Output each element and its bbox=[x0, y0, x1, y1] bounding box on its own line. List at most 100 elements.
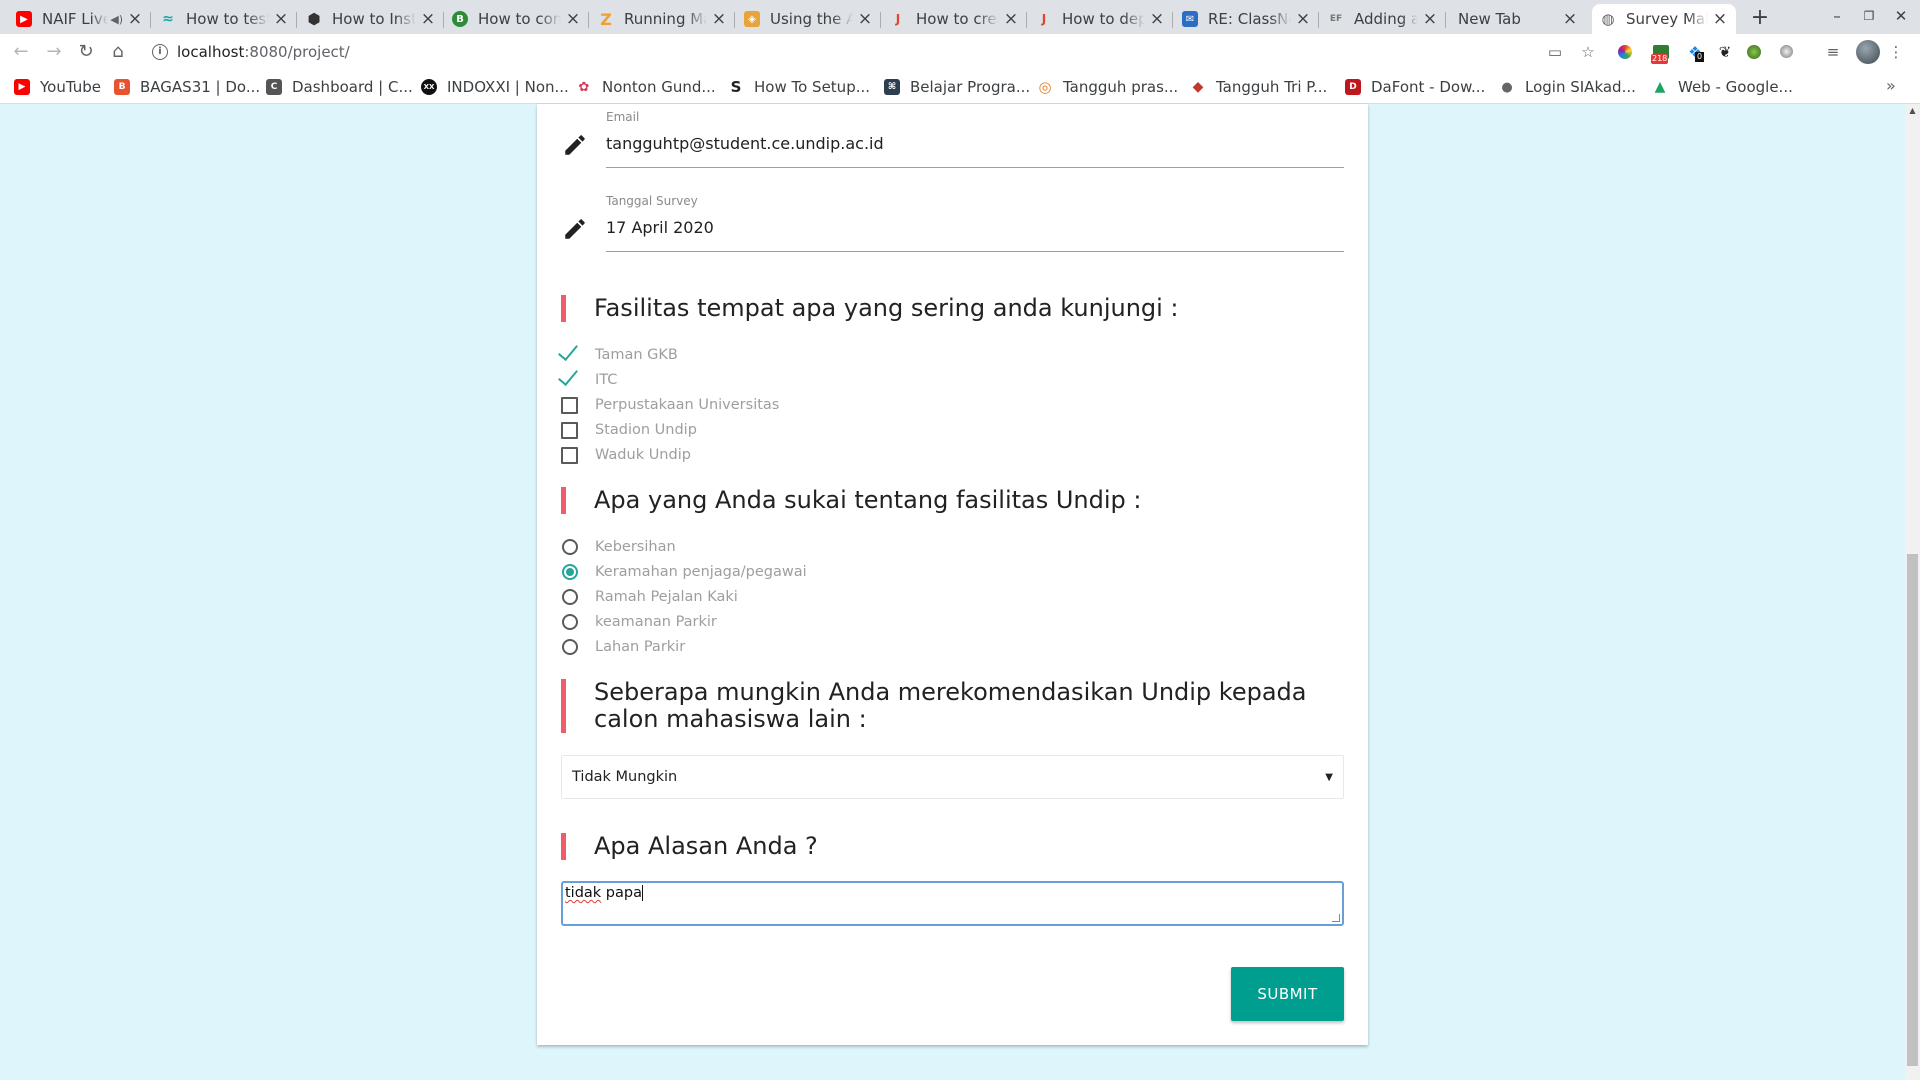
bookmark-google-drive[interactable]: ▲ Web - Google... bbox=[1652, 78, 1793, 96]
tab-close-icon[interactable]: × bbox=[420, 9, 436, 29]
scroll-thumb[interactable] bbox=[1907, 554, 1918, 1066]
tab-close-icon[interactable]: × bbox=[1562, 9, 1578, 29]
tab-close-icon[interactable]: × bbox=[1422, 9, 1438, 29]
extension-badge: 218 bbox=[1651, 54, 1669, 64]
tab-9[interactable]: EF Adding a Route × bbox=[1320, 4, 1446, 34]
radio-selected-icon[interactable] bbox=[559, 561, 581, 583]
tab-6[interactable]: J How to create × bbox=[882, 4, 1027, 34]
checkmark-icon[interactable] bbox=[558, 365, 581, 391]
close-window-button[interactable]: ✕ bbox=[1889, 4, 1913, 28]
bookmark-how-to-setup[interactable]: S How To Setup... bbox=[728, 78, 870, 96]
radio-lahan-parkir[interactable]: Lahan Parkir bbox=[559, 635, 685, 659]
tab-close-icon[interactable]: × bbox=[711, 9, 727, 29]
tab-2[interactable]: ⬢ How to Install × bbox=[298, 4, 444, 34]
bookmark-bagas31[interactable]: B BAGAS31 | Do... bbox=[114, 78, 260, 96]
tab-close-icon[interactable]: × bbox=[1003, 9, 1019, 29]
radio-icon[interactable] bbox=[559, 586, 581, 608]
tab-title: How to Install bbox=[332, 10, 416, 28]
recommendation-select[interactable]: Tidak Mungkin ▼ bbox=[561, 755, 1344, 799]
resize-handle-icon[interactable] bbox=[1332, 914, 1340, 922]
radio-keamanan-parkir[interactable]: keamanan Parkir bbox=[559, 610, 717, 634]
bookmark-youtube[interactable]: ▶ YouTube bbox=[14, 78, 101, 96]
bookmark-tangguh-tri[interactable]: ◆ Tangguh Tri P... bbox=[1190, 78, 1328, 96]
tab-5[interactable]: ◈ Using the API × bbox=[736, 4, 881, 34]
tab-close-icon[interactable]: × bbox=[273, 9, 289, 29]
bookmark-tangguh-pras[interactable]: ◎ Tangguh pras... bbox=[1037, 78, 1178, 96]
bookmark-indoxxi[interactable]: XX INDOXXI | Non... bbox=[421, 78, 569, 96]
option-label: keamanan Parkir bbox=[595, 614, 717, 630]
tab-title: NAIF Live bbox=[42, 10, 109, 28]
globe-extension-icon[interactable] bbox=[1747, 45, 1761, 59]
bookmark-siakad[interactable]: ● Login SIAkad... bbox=[1499, 78, 1636, 96]
tab-close-icon[interactable]: × bbox=[1295, 9, 1311, 29]
tab-11-active[interactable]: ◍ Survey Mahasiswa × bbox=[1592, 4, 1736, 34]
puzzle-extension-icon[interactable]: ❖ 0 bbox=[1685, 42, 1705, 62]
email-value[interactable]: tangguhtp@student.ce.undip.ac.id bbox=[606, 134, 884, 153]
ef-icon: EF bbox=[1329, 14, 1343, 24]
submit-button[interactable]: SUBMIT bbox=[1231, 967, 1344, 1021]
radio-icon[interactable] bbox=[559, 536, 581, 558]
checkbox-icon[interactable] bbox=[559, 419, 581, 441]
cast-icon[interactable]: ▭ bbox=[1545, 42, 1565, 62]
bookmark-belajar[interactable]: ⌘ Belajar Progra... bbox=[884, 78, 1030, 96]
checkbox-taman-gkb[interactable]: Taman GKB bbox=[558, 340, 678, 367]
radio-ramah-pejalan-kaki[interactable]: Ramah Pejalan Kaki bbox=[559, 585, 738, 609]
media-queue-icon[interactable]: ≡ bbox=[1823, 42, 1843, 62]
circle-extension-icon[interactable] bbox=[1780, 45, 1793, 58]
restore-button[interactable]: ❐ bbox=[1857, 4, 1881, 28]
bookmarks-overflow-icon[interactable]: » bbox=[1886, 76, 1896, 95]
s-icon: S bbox=[730, 78, 742, 96]
ring-icon: ◎ bbox=[1038, 78, 1052, 96]
date-value[interactable]: 17 April 2020 bbox=[606, 218, 714, 237]
tab-7[interactable]: J How to deploy × bbox=[1028, 4, 1173, 34]
hexagon-icon: ⬢ bbox=[307, 10, 321, 28]
scroll-up-arrow-icon[interactable]: ▲ bbox=[1905, 104, 1920, 118]
tab-close-icon[interactable]: × bbox=[127, 9, 143, 29]
profile-avatar[interactable] bbox=[1856, 40, 1880, 64]
forward-button[interactable]: → bbox=[42, 40, 66, 64]
bookmark-dashboard[interactable]: C Dashboard | C... bbox=[266, 78, 413, 96]
checkbox-itc[interactable]: ITC bbox=[558, 365, 617, 392]
checkbox-stadion[interactable]: Stadion Undip bbox=[559, 418, 697, 442]
bookmark-dafont[interactable]: D DaFont - Dow... bbox=[1345, 78, 1485, 96]
checkmark-icon[interactable] bbox=[558, 340, 581, 366]
radio-keramahan[interactable]: Keramahan penjaga/pegawai bbox=[559, 560, 807, 584]
tab-8[interactable]: ✉ RE: ClassNotFound × bbox=[1174, 4, 1319, 34]
reload-button[interactable]: ↻ bbox=[74, 40, 98, 64]
tab-close-icon[interactable]: × bbox=[857, 9, 873, 29]
checkbox-perpustakaan[interactable]: Perpustakaan Universitas bbox=[559, 393, 779, 417]
option-label: Keramahan penjaga/pegawai bbox=[595, 564, 807, 580]
speaker-icon[interactable]: ◀) bbox=[110, 13, 123, 26]
bookmark-label: Tangguh Tri P... bbox=[1216, 78, 1328, 96]
tab-1[interactable]: ≈ How to test × bbox=[152, 4, 297, 34]
menu-kebab-icon[interactable]: ⋮ bbox=[1886, 42, 1906, 62]
date-field[interactable]: Tanggal Survey 17 April 2020 bbox=[537, 188, 1368, 272]
bookmark-gundam[interactable]: ✿ Nonton Gund... bbox=[576, 78, 716, 96]
address-bar[interactable]: i localhost:8080/project/ bbox=[142, 38, 1582, 66]
back-button[interactable]: ← bbox=[9, 40, 33, 64]
minimize-button[interactable]: – bbox=[1825, 4, 1849, 28]
radio-icon[interactable] bbox=[559, 636, 581, 658]
checkbox-icon[interactable] bbox=[559, 444, 581, 466]
tab-4[interactable]: Z Running Magento × bbox=[590, 4, 735, 34]
radio-icon[interactable] bbox=[559, 611, 581, 633]
new-tab-button[interactable]: + bbox=[1746, 4, 1774, 32]
tab-3[interactable]: B How to configure × bbox=[444, 4, 589, 34]
dropdown-caret-icon[interactable]: ▼ bbox=[1325, 772, 1333, 783]
home-button[interactable]: ⌂ bbox=[106, 40, 130, 64]
tab-close-icon[interactable]: × bbox=[565, 9, 581, 29]
leaf-extension-icon[interactable]: ❦ bbox=[1715, 42, 1735, 62]
tab-close-icon[interactable]: × bbox=[1149, 9, 1165, 29]
email-field[interactable]: Email tangguhtp@student.ce.undip.ac.id bbox=[537, 104, 1368, 188]
reason-textarea[interactable]: tidak papa bbox=[561, 881, 1344, 926]
star-icon[interactable]: ☆ bbox=[1578, 42, 1598, 62]
tab-10[interactable]: New Tab × bbox=[1450, 4, 1586, 34]
info-icon[interactable]: i bbox=[152, 44, 168, 60]
checkbox-icon[interactable] bbox=[559, 394, 581, 416]
color-wheel-extension-icon[interactable] bbox=[1618, 45, 1632, 59]
radio-kebersihan[interactable]: Kebersihan bbox=[559, 535, 676, 559]
calendar-extension-icon[interactable]: 218 bbox=[1651, 42, 1671, 64]
checkbox-waduk[interactable]: Waduk Undip bbox=[559, 443, 691, 467]
tab-0[interactable]: ▶ NAIF Live ◀) × bbox=[8, 4, 151, 34]
tab-close-icon[interactable]: × bbox=[1712, 9, 1728, 29]
